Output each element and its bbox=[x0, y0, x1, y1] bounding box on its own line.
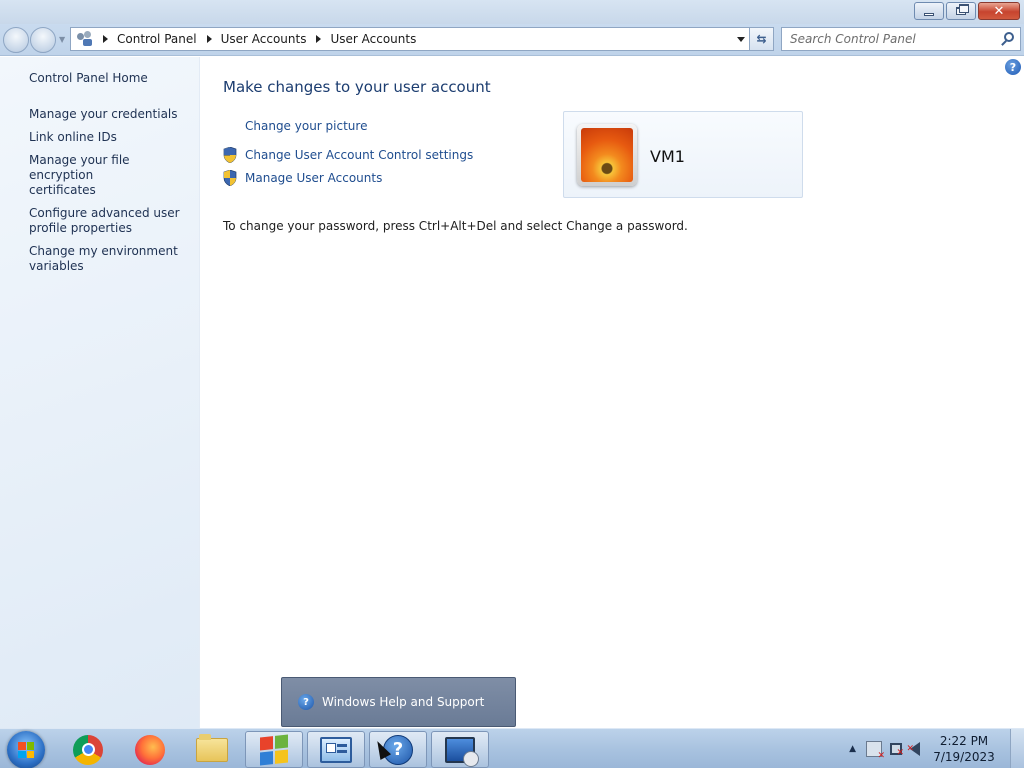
environment-variables-link[interactable]: Change my environment variables bbox=[29, 244, 194, 274]
task-label[interactable]: Change your picture bbox=[245, 119, 367, 133]
help-support-icon: ? bbox=[298, 694, 314, 710]
link-line: variables bbox=[29, 259, 84, 273]
system-tray: ▲ 2:22 PM 7/19/2023 bbox=[849, 729, 1024, 768]
manage-user-accounts-task[interactable]: Manage User Accounts bbox=[223, 170, 382, 186]
chrome-icon bbox=[73, 734, 103, 765]
taskbar: ? ▲ 2:22 PM 7/19/2023 bbox=[0, 728, 1024, 768]
tasks-pane: Control Panel Home Manage your credentia… bbox=[0, 57, 200, 728]
task-icon-slot bbox=[223, 118, 245, 134]
search-box[interactable] bbox=[781, 27, 1021, 51]
uac-shield-icon bbox=[223, 147, 245, 163]
show-desktop-button[interactable] bbox=[1010, 729, 1024, 768]
action-center-icon[interactable] bbox=[866, 741, 885, 761]
volume-muted-icon[interactable] bbox=[906, 742, 920, 756]
refresh-icon: ⇆ bbox=[756, 32, 767, 46]
breadcrumb-separator-icon[interactable] bbox=[206, 35, 212, 43]
page-title: Make changes to your user account bbox=[223, 78, 491, 96]
preview-item[interactable]: ? Windows Help and Support bbox=[298, 694, 484, 710]
change-picture-task[interactable]: Change your picture bbox=[223, 118, 367, 134]
breadcrumb-separator-icon[interactable] bbox=[103, 35, 108, 43]
breadcrumb-control-panel[interactable]: Control Panel bbox=[117, 32, 197, 46]
taskbar-explorer[interactable] bbox=[183, 731, 241, 768]
flower-avatar-icon bbox=[581, 128, 633, 182]
file-encryption-certificates-link[interactable]: Manage your file encryption certificates bbox=[29, 153, 194, 198]
link-line: Change my environment bbox=[29, 244, 178, 258]
uac-shield-icon bbox=[223, 170, 245, 186]
user-accounts-icon bbox=[77, 31, 93, 47]
task-label[interactable]: Change User Account Control settings bbox=[245, 148, 473, 162]
explorer-folder-icon bbox=[196, 733, 228, 762]
user-account-tile: VM1 bbox=[563, 111, 803, 198]
clock-time: 2:22 PM bbox=[939, 734, 989, 748]
link-online-ids-link[interactable]: Link online IDs bbox=[29, 130, 194, 145]
link-line: Configure advanced user bbox=[29, 206, 180, 220]
minimize-icon bbox=[924, 12, 934, 16]
sidebar-links: Manage your credentials Link online IDs … bbox=[29, 107, 194, 282]
taskbar-remote-desktop[interactable] bbox=[431, 731, 489, 768]
restore-button[interactable] bbox=[946, 2, 976, 20]
network-icon[interactable] bbox=[890, 743, 904, 758]
preview-label: Windows Help and Support bbox=[322, 695, 485, 709]
password-instructions: To change your password, press Ctrl+Alt+… bbox=[223, 219, 688, 233]
search-input[interactable] bbox=[782, 28, 992, 50]
breadcrumb-user-accounts-current[interactable]: User Accounts bbox=[330, 32, 416, 46]
task-label[interactable]: Manage User Accounts bbox=[245, 171, 382, 185]
refresh-button[interactable]: ⇆ bbox=[750, 27, 774, 51]
breadcrumb-separator-icon[interactable] bbox=[316, 35, 322, 43]
recent-pages-dropdown[interactable]: ▼ bbox=[59, 35, 65, 44]
minimize-button[interactable] bbox=[914, 2, 944, 20]
taskbar-control-panel[interactable] bbox=[307, 731, 365, 768]
show-hidden-icons-button[interactable]: ▲ bbox=[849, 744, 856, 754]
uac-settings-task[interactable]: Change User Account Control settings bbox=[223, 147, 473, 163]
restore-icon bbox=[956, 4, 969, 15]
forward-button[interactable] bbox=[30, 27, 56, 53]
start-button[interactable] bbox=[7, 731, 45, 768]
title-bar: ✕ bbox=[0, 0, 1024, 24]
link-line: profile properties bbox=[29, 221, 132, 235]
user-name: VM1 bbox=[650, 147, 685, 166]
help-button[interactable]: ? bbox=[1005, 59, 1021, 75]
control-panel-window: ✕ ▼ Control Panel User Accounts User Acc… bbox=[0, 0, 1024, 728]
link-line: Manage your file encryption bbox=[29, 153, 130, 182]
advanced-profile-properties-link[interactable]: Configure advanced user profile properti… bbox=[29, 206, 194, 236]
navigation-bar: ▼ Control Panel User Accounts User Accou… bbox=[0, 24, 1024, 56]
breadcrumb-user-accounts-parent[interactable]: User Accounts bbox=[221, 32, 307, 46]
clock[interactable]: 2:22 PM 7/19/2023 bbox=[928, 733, 1000, 765]
window-controls: ✕ bbox=[914, 2, 1020, 20]
close-icon: ✕ bbox=[993, 3, 1005, 19]
control-panel-home-link[interactable]: Control Panel Home bbox=[29, 71, 148, 85]
manage-credentials-link[interactable]: Manage your credentials bbox=[29, 107, 194, 122]
taskbar-firefox[interactable] bbox=[121, 731, 179, 768]
remote-desktop-icon bbox=[445, 736, 479, 767]
link-line: certificates bbox=[29, 183, 96, 197]
taskbar-preview-popup[interactable]: ? Windows Help and Support bbox=[281, 677, 516, 727]
close-button[interactable]: ✕ bbox=[978, 2, 1020, 20]
address-bar[interactable]: Control Panel User Accounts User Account… bbox=[70, 27, 750, 51]
avatar[interactable] bbox=[577, 124, 637, 186]
address-history-dropdown-icon[interactable] bbox=[737, 37, 745, 42]
back-button[interactable] bbox=[3, 27, 29, 53]
clock-date: 7/19/2023 bbox=[933, 750, 995, 764]
control-panel-icon bbox=[320, 736, 352, 763]
firefox-icon bbox=[135, 734, 165, 765]
search-icon[interactable] bbox=[1004, 32, 1014, 42]
windows-logo-icon bbox=[260, 734, 288, 765]
taskbar-windows-app[interactable] bbox=[245, 731, 303, 768]
windows-flag-icon bbox=[18, 742, 34, 758]
taskbar-chrome[interactable] bbox=[59, 731, 117, 768]
